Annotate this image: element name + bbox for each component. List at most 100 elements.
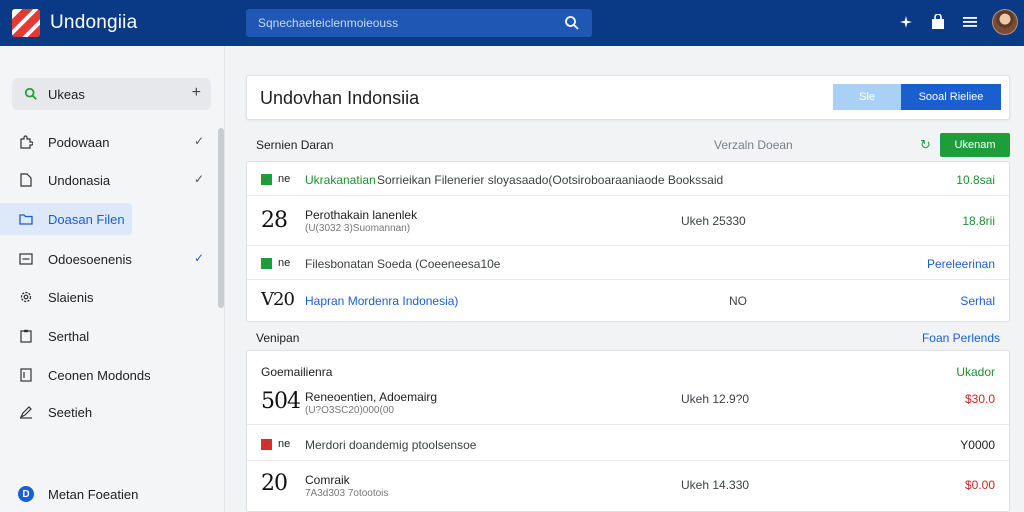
sidebar: Ukeas + Podowaan ✓ Undonasia ✓ Doasan Fi… [0, 46, 225, 512]
row-title: Reneoentien, Adoemairg [305, 390, 438, 404]
check-icon[interactable]: ✓ [261, 257, 272, 269]
doc-icon [18, 367, 34, 383]
section2-link[interactable]: Foan Perlends [922, 331, 1000, 345]
sparkle-icon[interactable] [896, 12, 916, 32]
avatar[interactable] [992, 9, 1018, 35]
section2-header: Venipan Foan Perlends [246, 326, 1010, 350]
sidebar-item-label: Serthal [48, 328, 90, 344]
row-description: Sorrieikan Filenerier sloyasaado(Ootsiro… [377, 173, 724, 187]
sidebar-item-podowaan[interactable]: Podowaan ✓ [0, 126, 218, 158]
sidebar-item-ceonen-modonds[interactable]: Ceonen Modonds [0, 359, 218, 391]
sidebar-item-label: Slaienis [48, 289, 94, 305]
sidebar-item-label: Undonasia [48, 172, 111, 188]
table-row[interactable]: 504 Reneoentien, Adoemairg (U?O3SC20)000… [247, 383, 1009, 425]
row-subtitle: (U?O3SC20)000(00 [305, 405, 394, 416]
row-value: 18.8rii [962, 214, 995, 228]
row-value: 10.8sai [956, 173, 995, 187]
row-subtitle: 7A3d303 7otootois [305, 488, 389, 499]
row-title: Comraik [305, 473, 350, 487]
row-mid: Ukeh 25330 [681, 214, 746, 228]
sync-icon[interactable]: ↻ [920, 137, 931, 153]
top-header: Undongiia [0, 0, 1024, 46]
section2-head-right[interactable]: Ukador [956, 365, 995, 379]
table-row[interactable]: 20 Comraik 7A3d303 7otootois Ukeh 14.330… [247, 461, 1009, 511]
header-actions [896, 9, 1018, 35]
sidebar-item-label: Odoesoenenis [48, 251, 132, 267]
sidebar-footer-link[interactable]: D Metan Foeatien [18, 486, 138, 502]
sidebar-item-serthal[interactable]: Serthal [0, 320, 218, 352]
table-row[interactable]: V20 Hapran Mordenra Indonesia) NO Serhal [247, 280, 1009, 322]
clipboard-icon [18, 328, 34, 344]
page-title-card: Undovhan Indonsiia Sle Sooal Rieliee [246, 75, 1010, 120]
brand-name: Undongiia [50, 12, 138, 33]
sidebar-item-label: Ceonen Modonds [48, 367, 151, 383]
row-value: $30.0 [964, 392, 995, 406]
search-icon [24, 87, 37, 100]
sidebar-search-label: Ukeas [48, 86, 85, 102]
table-header: Goemailienra Ukador [247, 351, 1009, 383]
gear-icon [18, 289, 34, 305]
sidebar-search[interactable]: Ukeas + [12, 78, 211, 110]
table-row[interactable]: 28 Perothakain lanenlek (U(3032 3)Suoman… [247, 196, 1009, 246]
section2-card: Goemailienra Ukador 504 Reneoentien, Ado… [246, 350, 1010, 512]
row-number: 20 [261, 471, 288, 496]
row-mid: Ukeh 12.9?0 [681, 392, 750, 406]
check-icon[interactable]: ✓ [194, 251, 204, 265]
table-row[interactable]: ✓ ne Ukrakanatian Sorrieikan Filenerier … [247, 162, 1009, 196]
section1-title: Sernien Daran [256, 138, 334, 152]
section2-head-title: Goemailienra [261, 365, 333, 379]
page-title: Undovhan Indonsiia [260, 88, 420, 108]
chevron-down-icon[interactable]: ✓ [194, 172, 204, 186]
bag-icon[interactable] [928, 12, 948, 32]
chevron-down-icon[interactable]: ✓ [194, 134, 204, 148]
section1-action-button[interactable]: Ukenam [940, 133, 1010, 157]
sidebar-scrollbar[interactable] [218, 128, 224, 308]
sidebar-item-seetieh[interactable]: Seetieh [0, 396, 218, 428]
sidebar-item-label: Podowaan [48, 134, 110, 150]
table-row[interactable]: ✓ ne Merdori doandemig ptoolsensoe Y0000 [247, 425, 1009, 461]
primary-button[interactable]: Sooal Rieliee [901, 84, 1001, 110]
global-search [246, 9, 592, 37]
pen-icon [18, 404, 34, 420]
secondary-button[interactable]: Sle [833, 84, 901, 110]
sidebar-item-label: Doasan Filen [48, 211, 125, 227]
menu-icon[interactable] [960, 12, 980, 32]
section2-title: Venipan [256, 331, 300, 345]
check-icon[interactable]: ✓ [261, 438, 272, 450]
row-link[interactable]: Pereleerinan [927, 257, 995, 271]
row-number: 504 [261, 389, 301, 414]
brand-logo-icon [12, 9, 40, 37]
sidebar-item-label: Seetieh [48, 404, 93, 420]
row-mid: Ukeh 14.330 [681, 478, 750, 492]
tag-label: ne [278, 173, 291, 185]
row-tag: ✓ ne [261, 257, 290, 269]
sidebar-item-doasan-filen[interactable]: Doasan Filen [0, 203, 218, 235]
sidebar-item-slaienis[interactable]: Slaienis [0, 281, 218, 313]
table-row[interactable]: ✓ ne Filesbonatan Soeda (Coeeneesa10e Pe… [247, 246, 1009, 280]
row-value: $0.00 [964, 478, 995, 492]
tag-label: ne [278, 257, 291, 269]
row-number: 28 [261, 208, 288, 233]
row-description: Filesbonatan Soeda (Coeeneesa10e [305, 257, 501, 271]
row-highlight: Ukrakanatian [305, 173, 376, 187]
info-icon: D [18, 486, 34, 502]
sidebar-item-undonasia[interactable]: Undonasia ✓ [0, 164, 218, 196]
row-title-link[interactable]: Hapran Mordenra Indonesia) [305, 294, 458, 308]
brand[interactable]: Undongiia [12, 9, 137, 37]
plus-icon[interactable]: + [192, 84, 201, 102]
search-input[interactable] [258, 16, 558, 30]
row-value: Y0000 [960, 438, 995, 452]
sidebar-footer-label: Metan Foeatien [48, 486, 139, 502]
section1-card: ✓ ne Ukrakanatian Sorrieikan Filenerier … [246, 161, 1010, 322]
row-title: Perothakain lanenlek [305, 208, 418, 222]
folder-icon [18, 211, 34, 227]
file-icon [18, 172, 34, 188]
list-icon [18, 251, 34, 267]
search-icon[interactable] [564, 15, 580, 31]
check-icon[interactable]: ✓ [261, 173, 272, 185]
sidebar-item-odoesoenenis[interactable]: Odoesoenenis ✓ [0, 243, 218, 275]
row-link[interactable]: Serhal [960, 294, 995, 308]
row-tag: ✓ ne [261, 173, 290, 185]
row-number: V20 [261, 289, 295, 310]
row-description: Merdori doandemig ptoolsensoe [305, 438, 477, 452]
